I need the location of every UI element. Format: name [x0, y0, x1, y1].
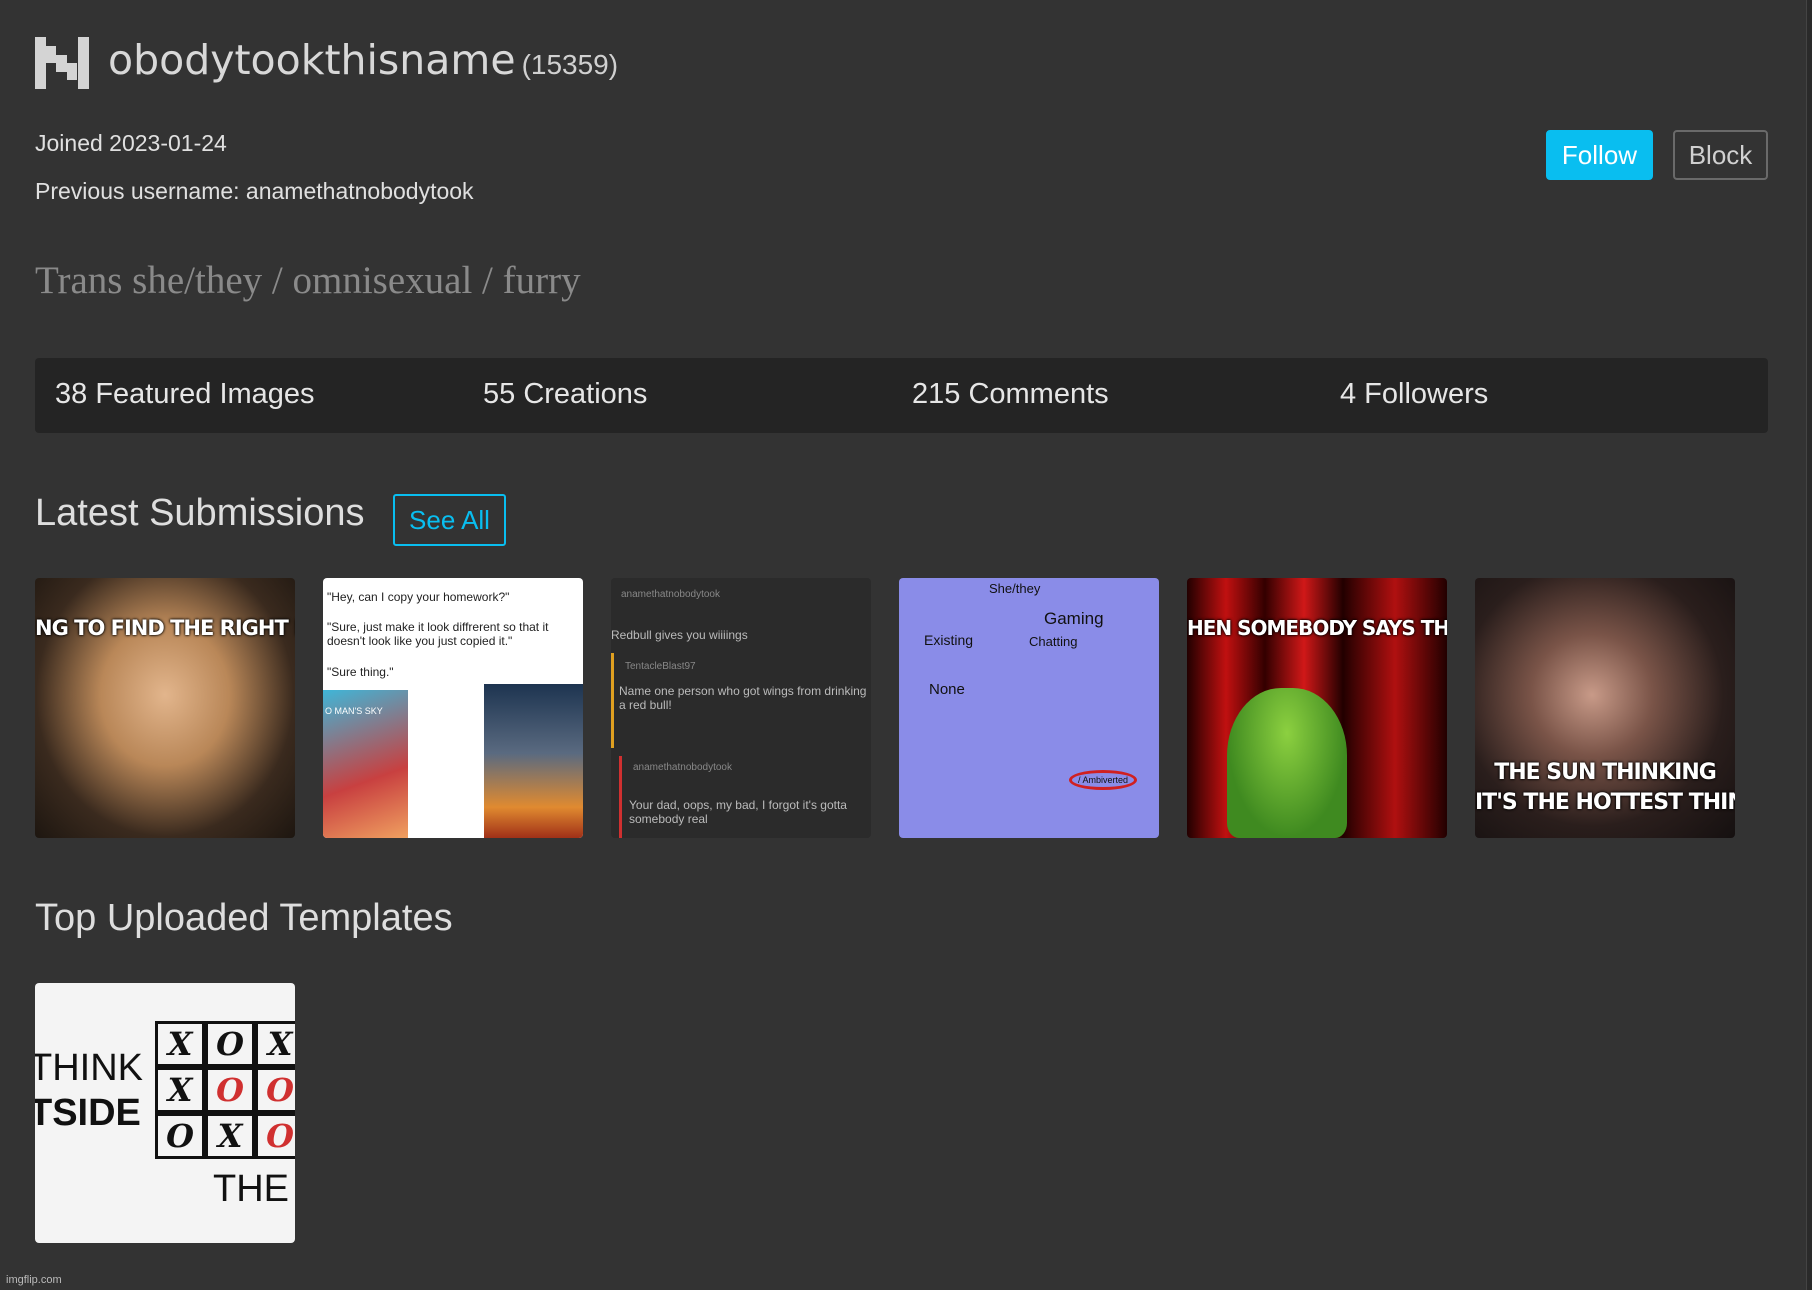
grid-cell: O: [255, 1067, 295, 1113]
meme-text: "Sure, just make it look diffrerent so t…: [327, 620, 549, 648]
submission-thumbnail[interactable]: HEN SOMEBODY SAYS THEIR "C: [1187, 578, 1447, 838]
comment-author: anamethatnobodytook: [621, 589, 720, 600]
grid-cell: X: [205, 1113, 255, 1159]
meme-text: "Hey, can I copy your homework?": [327, 590, 510, 604]
template-text: TSIDE: [35, 1092, 141, 1134]
comment-text: Name one person who got wings from drink…: [619, 684, 867, 712]
meme-caption: HEN SOMEBODY SAYS THEIR "C: [1187, 616, 1447, 640]
username: obodytookthisname: [108, 36, 516, 84]
user-points: (15359): [521, 49, 619, 80]
game-cover: O MAN'S SKY: [323, 690, 408, 838]
submission-thumbnail[interactable]: She/they Gaming Existing Chatting None /…: [899, 578, 1159, 838]
grid-cell: X: [155, 1021, 205, 1067]
block-button[interactable]: Block: [1673, 130, 1768, 180]
submission-thumbnail[interactable]: THE SUN THINKING IT'S THE HOTTEST THIN: [1475, 578, 1735, 838]
form-answer: Existing: [924, 632, 974, 648]
joined-date: Joined 2023-01-24: [35, 130, 227, 156]
grid-cell: O: [155, 1113, 205, 1159]
meme-caption: THE SUN THINKING: [1494, 760, 1717, 785]
follow-button[interactable]: Follow: [1546, 130, 1653, 180]
stat-followers[interactable]: 4 Followers: [1340, 378, 1488, 411]
scrollbar[interactable]: [1806, 0, 1812, 1290]
meme-caption: IT'S THE HOTTEST THIN: [1475, 790, 1735, 815]
submission-thumbnail[interactable]: anamethatnobodytook Redbull gives you wi…: [611, 578, 871, 838]
submission-thumbnail[interactable]: "Hey, can I copy your homework?" "Sure, …: [323, 578, 583, 838]
comment-text: Your dad, oops, my bad, I forgot it's go…: [629, 798, 847, 826]
game-title: O MAN'S SKY: [325, 706, 383, 716]
top-templates-heading: Top Uploaded Templates: [35, 897, 453, 939]
stat-comments[interactable]: 215 Comments: [912, 378, 1109, 411]
meme-caption: NG TO FIND THE RIGHT MEME TE: [35, 616, 295, 640]
username-heading: obodytookthisname (15359): [108, 36, 618, 84]
form-answer: She/they: [989, 581, 1041, 596]
grid-cell: O: [255, 1113, 295, 1159]
grid-cell: X: [255, 1021, 295, 1067]
form-answer: / Ambiverted: [1069, 770, 1138, 790]
template-text: THE: [213, 1168, 289, 1210]
template-text: THINK: [35, 1047, 143, 1089]
user-avatar-icon: [35, 37, 89, 89]
stats-bar: 38 Featured Images 55 Creations 215 Comm…: [35, 358, 1768, 433]
submission-thumbnail[interactable]: NG TO FIND THE RIGHT MEME TE: [35, 578, 295, 838]
template-thumbnail[interactable]: THINK TSIDE THE XOXXOOOXO: [35, 983, 295, 1243]
stat-creations[interactable]: 55 Creations: [483, 378, 647, 411]
grid-cell: O: [205, 1067, 255, 1113]
tic-tac-toe-grid: XOXXOOOXO: [155, 1021, 295, 1159]
see-all-button[interactable]: See All: [393, 494, 506, 546]
user-bio: Trans she/they / omnisexual / furry: [35, 259, 581, 302]
form-answer: Chatting: [1029, 634, 1078, 649]
game-cover: [484, 684, 583, 838]
imgflip-watermark: imgflip.com: [6, 1274, 62, 1286]
previous-username: Previous username: anamethatnobodytook: [35, 178, 474, 204]
stat-featured-images[interactable]: 38 Featured Images: [55, 378, 315, 411]
form-answer: None: [929, 681, 965, 698]
comment-text: Redbull gives you wiiiings: [611, 628, 748, 642]
latest-submissions-heading: Latest Submissions: [35, 492, 365, 534]
grid-cell: O: [205, 1021, 255, 1067]
grid-cell: X: [155, 1067, 205, 1113]
comment-author: TentacleBlast97: [625, 661, 696, 672]
kermit-figure: [1227, 688, 1347, 838]
comment-author: anamethatnobodytook: [633, 762, 732, 773]
form-answer: Gaming: [1044, 609, 1104, 628]
meme-text: "Sure thing.": [327, 665, 394, 679]
